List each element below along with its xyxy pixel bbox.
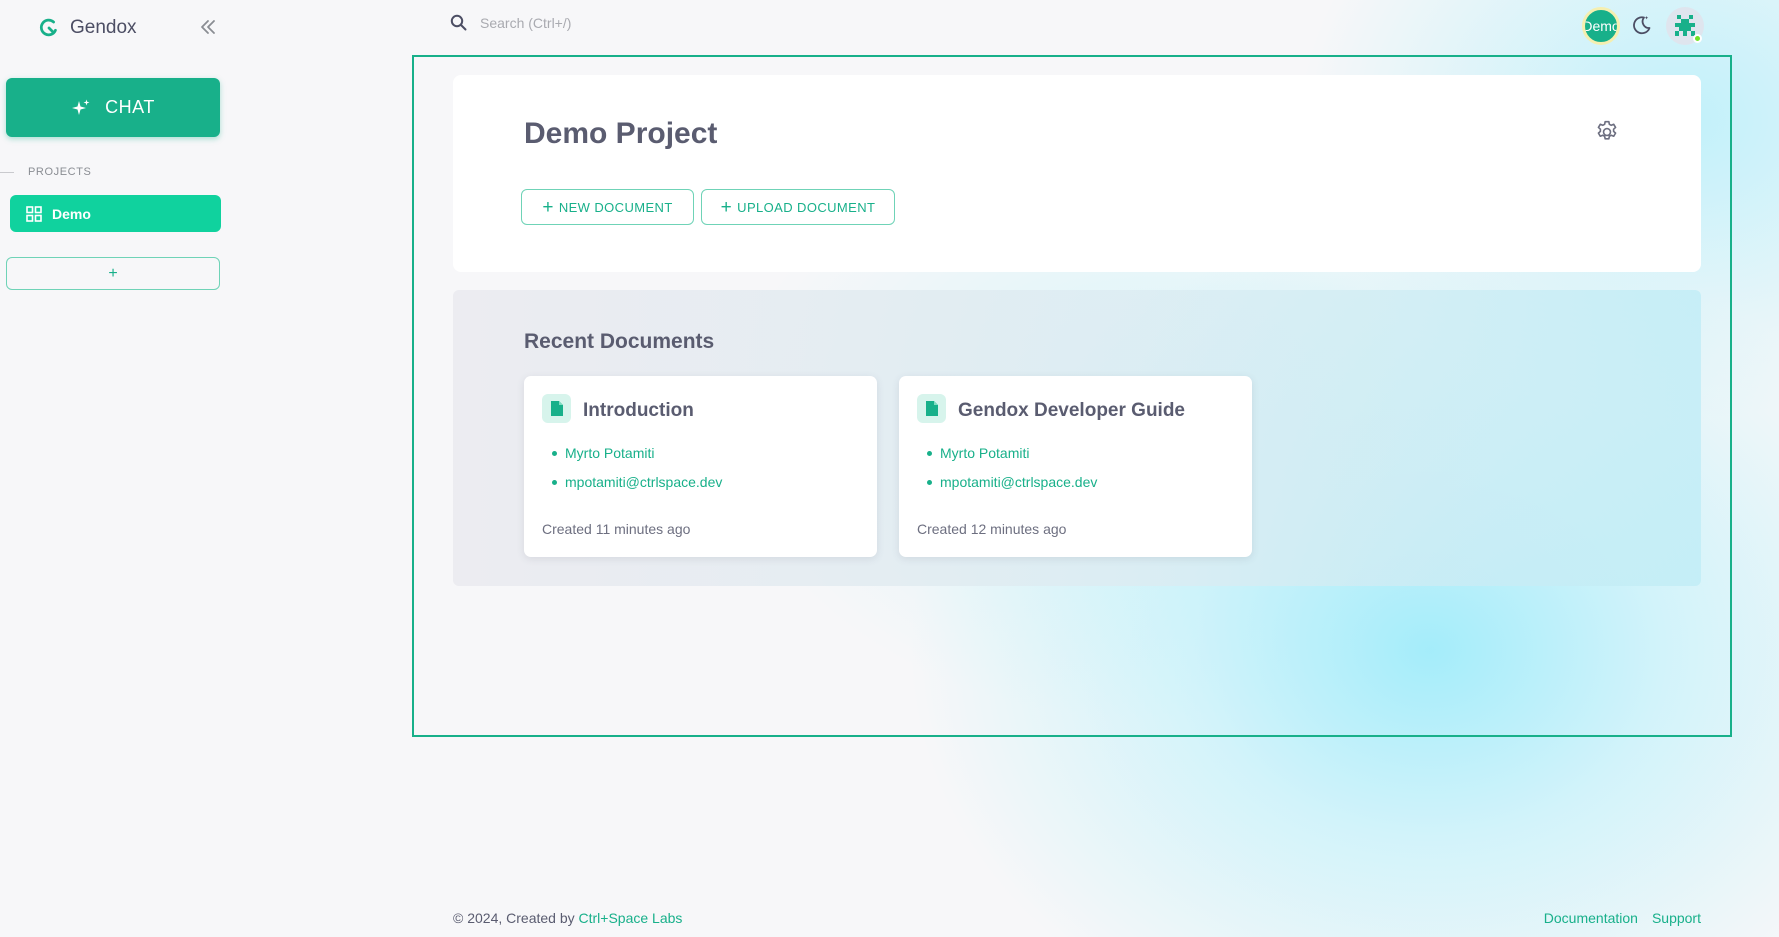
document-icon xyxy=(550,401,563,416)
recent-documents-panel: Recent Documents Introduction Myrto Pota… xyxy=(453,290,1701,586)
sidebar: Gendox CHAT PROJECTS Demo + xyxy=(0,0,232,937)
document-author-name: Myrto Potamiti xyxy=(565,445,655,461)
project-settings-button[interactable] xyxy=(1594,119,1620,145)
document-created-time: Created 12 minutes ago xyxy=(917,521,1067,537)
footer: © 2024, Created by Ctrl+Space Labs Docum… xyxy=(453,910,1701,930)
gendox-logo-icon xyxy=(39,18,57,37)
bullet-icon xyxy=(927,479,932,485)
document-author: Myrto Potamiti xyxy=(927,445,1029,461)
page-title: Demo Project xyxy=(524,117,718,150)
chat-button[interactable]: CHAT xyxy=(6,78,220,137)
plus-icon: + xyxy=(542,196,554,218)
user-avatar[interactable] xyxy=(1666,7,1704,45)
search-placeholder: Search (Ctrl+/) xyxy=(480,14,572,31)
new-document-label: NEW DOCUMENT xyxy=(558,199,673,215)
document-author: Myrto Potamiti xyxy=(552,445,654,461)
upload-document-label: UPLOAD DOCUMENT xyxy=(737,199,876,215)
bullet-icon xyxy=(552,479,557,485)
sidebar-item-label: Demo xyxy=(52,205,91,222)
footer-copyright: © 2024, Created by Ctrl+Space Labs xyxy=(453,910,682,926)
document-title: Introduction xyxy=(583,400,694,421)
projects-section-text: PROJECTS xyxy=(28,166,92,178)
footer-links: Documentation Support xyxy=(1544,910,1701,926)
plus-icon: + xyxy=(720,196,733,218)
topbar: Search (Ctrl+/) Demo xyxy=(232,0,1779,50)
support-link[interactable]: Support xyxy=(1652,910,1701,926)
new-document-button[interactable]: + NEW DOCUMENT xyxy=(521,189,694,225)
company-link[interactable]: Ctrl+Space Labs xyxy=(579,910,683,926)
document-card[interactable]: Gendox Developer Guide Myrto Potamiti mp… xyxy=(899,376,1252,557)
document-author-email: mpotamiti@ctrlspace.dev xyxy=(565,474,723,490)
document-author-name: Myrto Potamiti xyxy=(940,445,1030,461)
search-icon xyxy=(450,14,467,31)
brand[interactable]: Gendox xyxy=(38,16,137,40)
document-icon-badge xyxy=(917,394,946,423)
chat-button-label: CHAT xyxy=(105,97,155,117)
copyright-text: © 2024, Created by xyxy=(453,910,579,926)
bullet-icon xyxy=(552,450,557,456)
sidebar-item-demo[interactable]: Demo xyxy=(10,195,221,232)
document-icon xyxy=(925,401,938,416)
theme-toggle-button[interactable] xyxy=(1629,13,1653,37)
brand-name: Gendox xyxy=(70,17,137,38)
document-email: mpotamiti@ctrlspace.dev xyxy=(927,474,1097,490)
documentation-link[interactable]: Documentation xyxy=(1544,910,1638,926)
grid-icon xyxy=(26,205,42,222)
recent-documents-title: Recent Documents xyxy=(524,330,715,353)
add-project-button[interactable]: + xyxy=(6,257,220,290)
document-email: mpotamiti@ctrlspace.dev xyxy=(552,474,722,490)
bullet-icon xyxy=(927,450,932,456)
sparkle-icon xyxy=(72,99,90,115)
collapse-sidebar-button[interactable] xyxy=(198,16,218,38)
moon-icon xyxy=(1633,16,1651,35)
document-created-time: Created 11 minutes ago xyxy=(542,521,691,537)
document-card[interactable]: Introduction Myrto Potamiti mpotamiti@ct… xyxy=(524,376,877,557)
online-status-dot xyxy=(1693,34,1702,43)
document-icon-badge xyxy=(542,394,571,423)
project-header-card: Demo Project + NEW DOCUMENT + UPLOAD DOC… xyxy=(453,75,1701,272)
gear-icon xyxy=(1597,120,1617,140)
upload-document-button[interactable]: + UPLOAD DOCUMENT xyxy=(701,189,895,225)
chevrons-left-icon xyxy=(201,20,215,34)
search-input[interactable]: Search (Ctrl+/) xyxy=(450,14,571,31)
document-author-email: mpotamiti@ctrlspace.dev xyxy=(940,474,1098,490)
projects-section-label: PROJECTS xyxy=(0,165,91,179)
section-divider xyxy=(0,171,14,173)
organization-avatar[interactable]: Demo xyxy=(1582,7,1620,45)
document-title: Gendox Developer Guide xyxy=(958,400,1185,421)
